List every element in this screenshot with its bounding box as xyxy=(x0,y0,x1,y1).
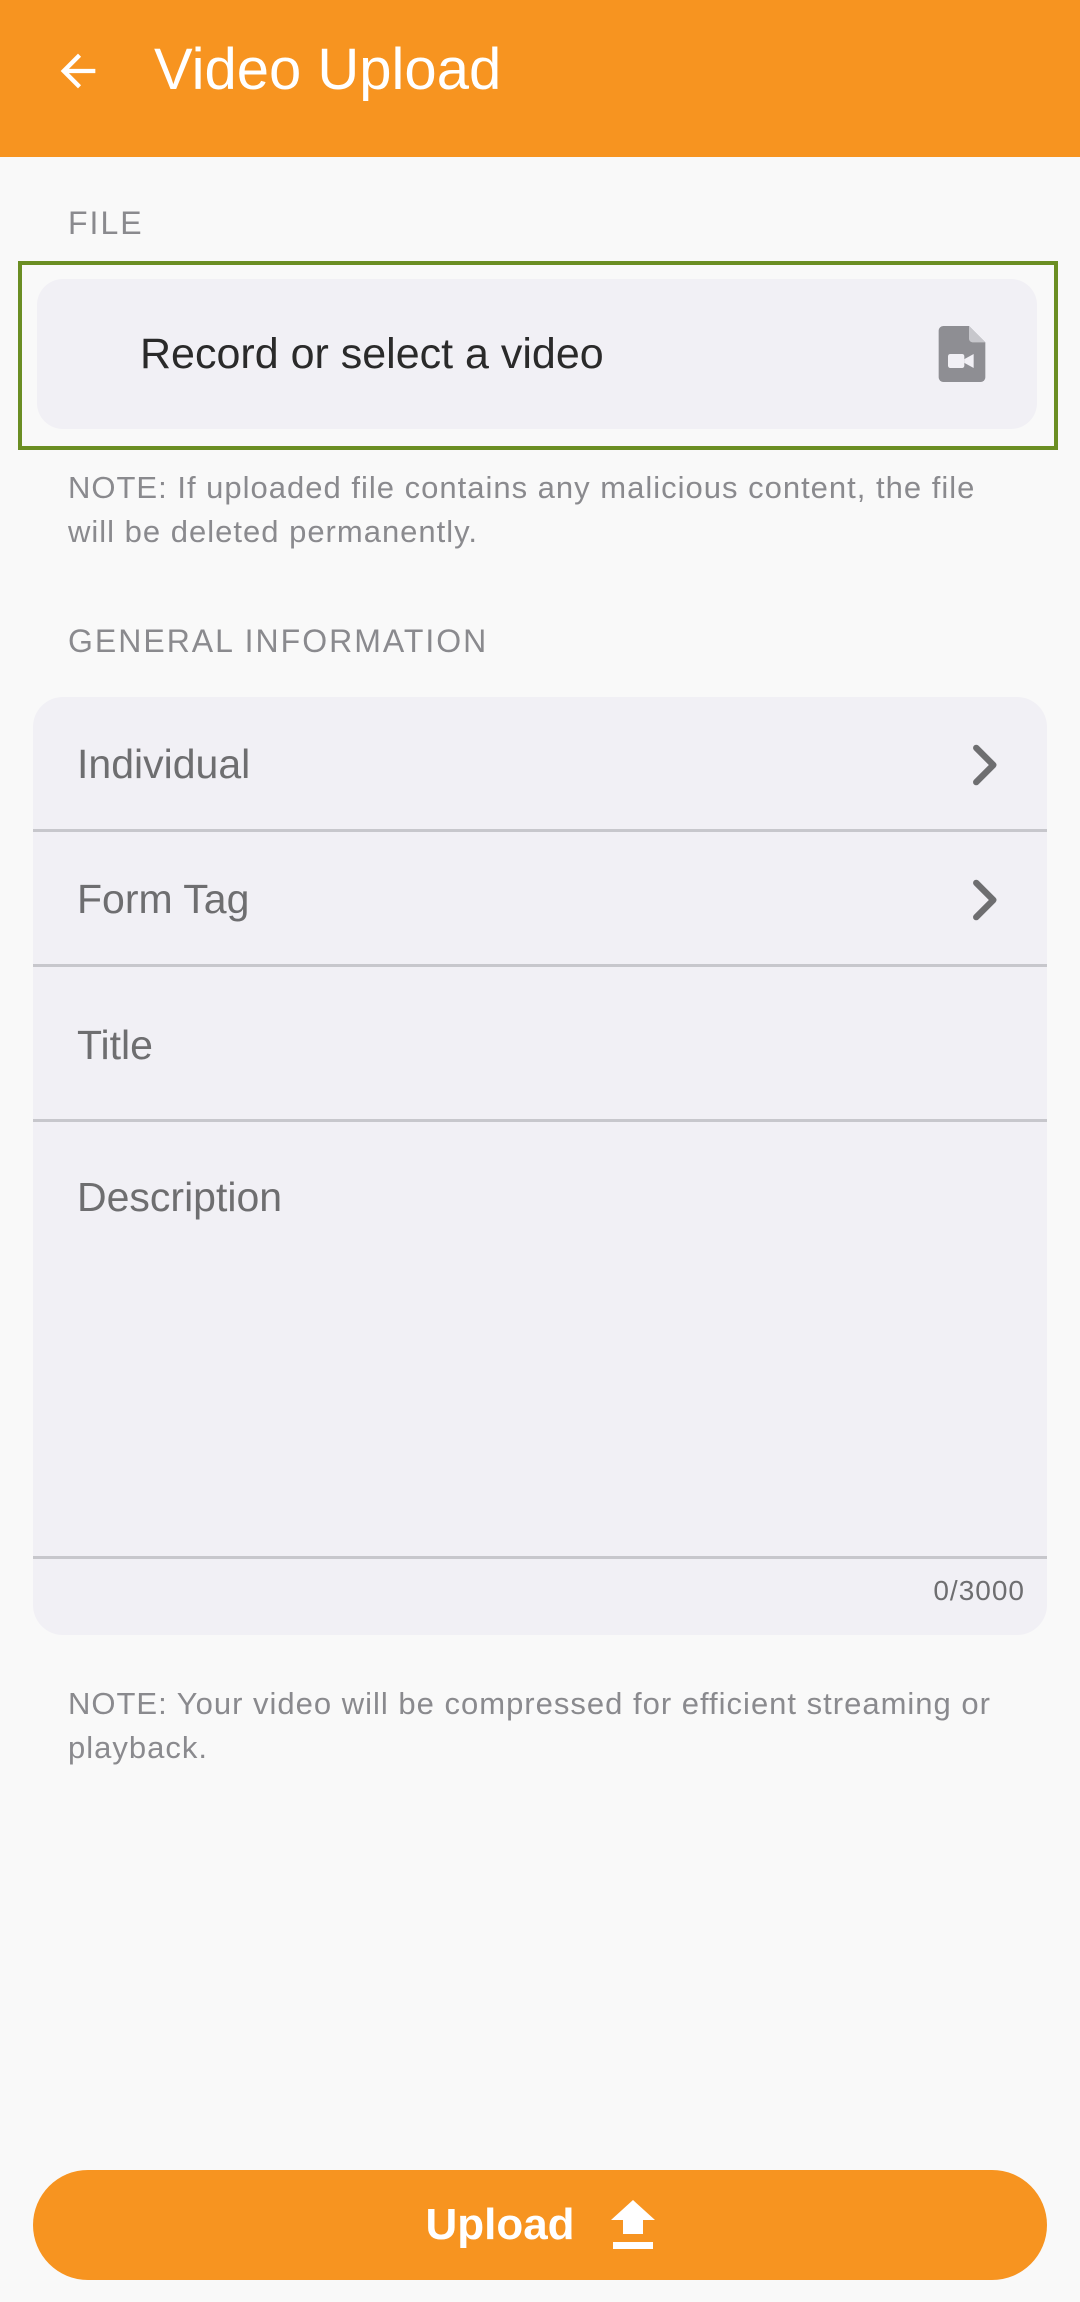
app-bar: Video Upload xyxy=(0,0,1080,157)
page-title: Video Upload xyxy=(154,37,502,102)
arrow-left-icon xyxy=(60,53,96,89)
file-picker-highlight: Record or select a video xyxy=(18,261,1058,450)
video-file-icon xyxy=(938,326,986,382)
back-button[interactable] xyxy=(42,35,114,107)
individual-label: Individual xyxy=(77,741,251,787)
video-picker-field[interactable]: Record or select a video xyxy=(37,279,1037,429)
upload-button-label: Upload xyxy=(425,2200,575,2249)
compression-note: NOTE: Your video will be compressed for … xyxy=(68,1686,991,1765)
upload-button[interactable]: Upload xyxy=(33,2170,1047,2280)
description-placeholder: Description xyxy=(77,1174,283,1220)
form-tag-row[interactable]: Form Tag xyxy=(33,832,1047,967)
upload-arrow-icon xyxy=(610,2200,655,2249)
file-section-label: FILE xyxy=(68,205,144,241)
general-info-section-label: GENERAL INFORMATION xyxy=(68,623,489,659)
form-tag-label: Form Tag xyxy=(77,876,250,922)
chevron-right-icon xyxy=(973,879,997,921)
description-char-counter: 0/3000 xyxy=(933,1575,1025,1606)
individual-row[interactable]: Individual xyxy=(33,697,1047,832)
title-placeholder: Title xyxy=(77,1022,153,1068)
chevron-right-icon xyxy=(973,744,997,786)
description-textarea[interactable]: Description xyxy=(33,1122,1047,1559)
malicious-content-note: NOTE: If uploaded file contains any mali… xyxy=(68,470,976,549)
video-picker-label: Record or select a video xyxy=(140,330,604,378)
general-info-card: Individual Form Tag Title Description 0/… xyxy=(33,697,1047,1635)
title-input[interactable]: Title xyxy=(33,967,1047,1122)
